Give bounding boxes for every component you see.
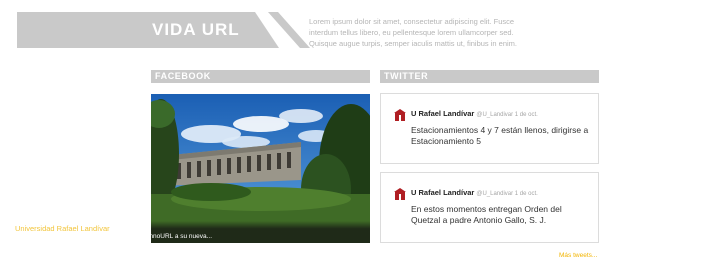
facebook-post-text: Bienvenidos a todos los nuevos alumnos #… <box>15 233 213 240</box>
tweet-text: Estacionamientos 4 y 7 están llenos, dir… <box>411 125 589 146</box>
tweet-handle: @U_Landivar 1 de oct. <box>476 112 538 118</box>
university-logo-icon <box>394 188 406 200</box>
twitter-section-header: TWITTER <box>380 70 599 83</box>
intro-text: Lorem ipsum dolor sit amet, consectetur … <box>309 17 518 48</box>
tweet-card[interactable]: U Rafael Landívar @U_Landivar 1 de oct. E… <box>380 172 599 243</box>
facebook-post[interactable] <box>151 94 370 243</box>
university-logo-icon <box>394 109 406 121</box>
page-title: VIDA URL <box>152 20 240 39</box>
more-tweets-link[interactable]: Más tweets... <box>559 252 597 259</box>
tweet-user-name[interactable]: U Rafael Landívar <box>411 188 474 197</box>
tweet-text: En estos momentos entregan Orden del Que… <box>411 204 562 225</box>
banner-bar <box>17 12 279 48</box>
tweet-handle: @U_Landivar 1 de oct. <box>476 191 538 197</box>
tweet-card[interactable]: U Rafael Landívar @U_Landivar 1 de oct. E… <box>380 93 599 164</box>
tweet-user-name[interactable]: U Rafael Landívar <box>411 109 474 118</box>
facebook-section-header: FACEBOOK <box>151 70 370 83</box>
facebook-post-author[interactable]: Universidad Rafael Landívar <box>15 224 110 233</box>
header-banner: VIDA URL <box>17 12 310 48</box>
